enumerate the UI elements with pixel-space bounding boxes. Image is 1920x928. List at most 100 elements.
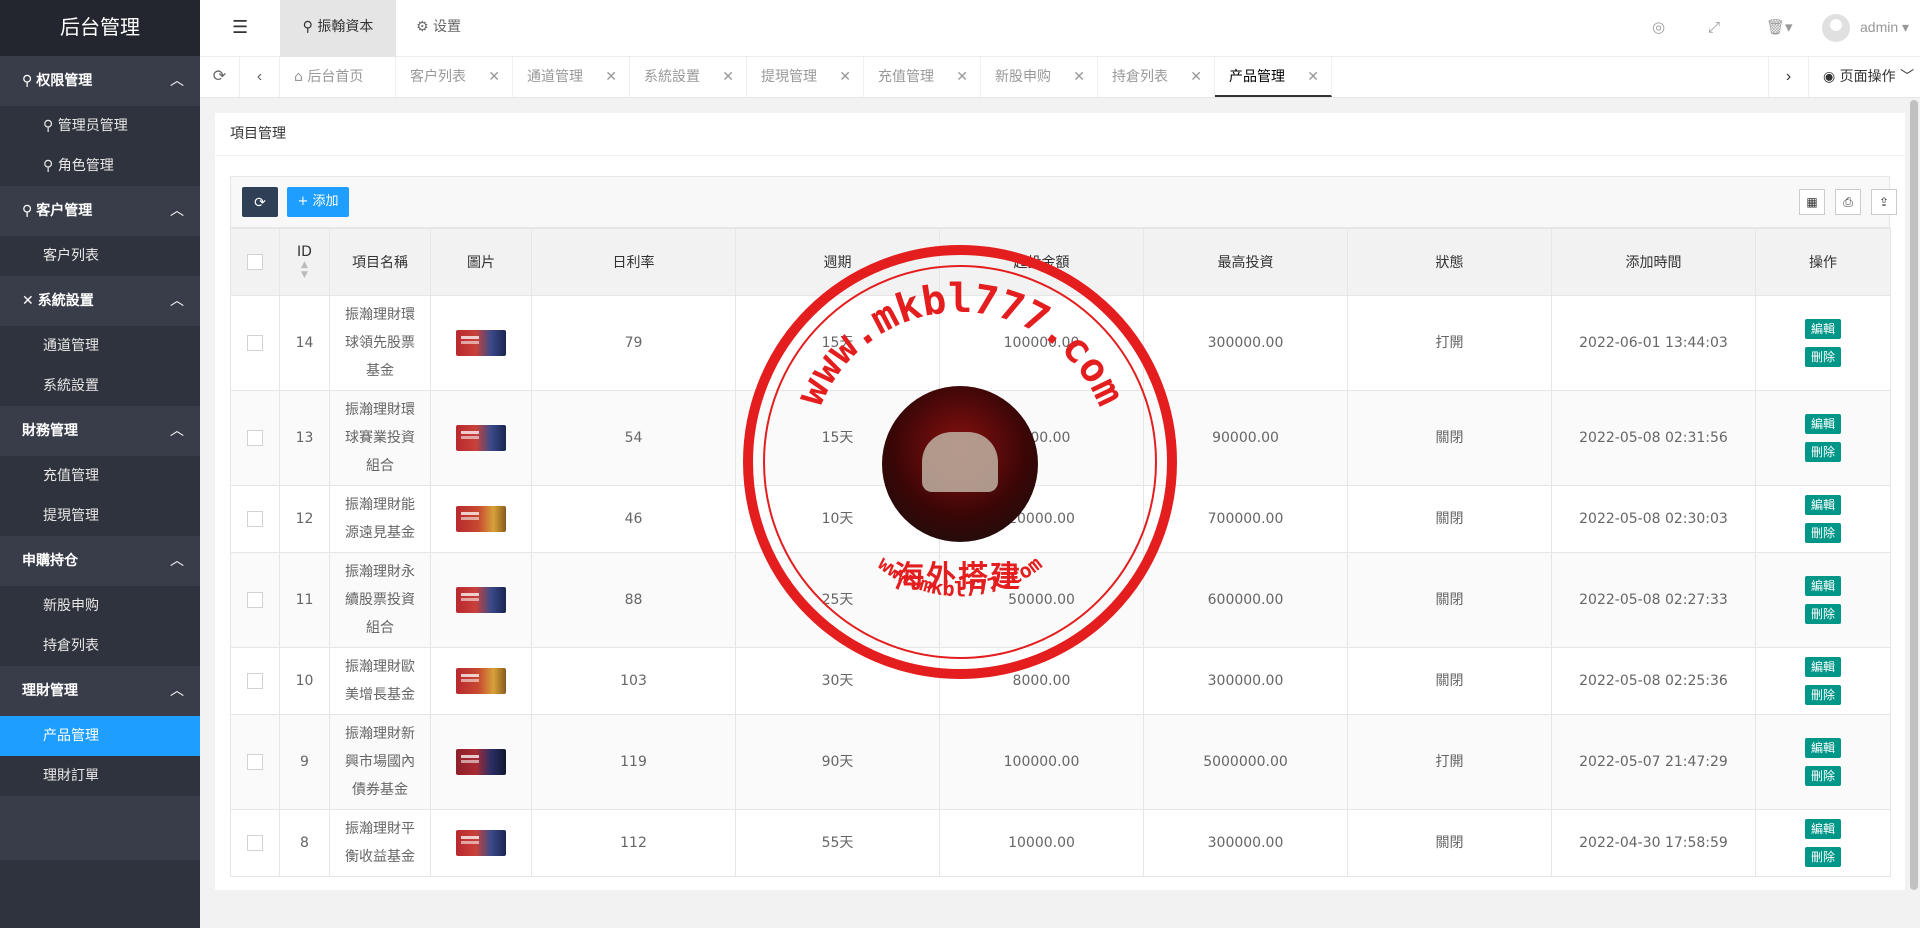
column-header-min: 起投金額 [939,228,1144,296]
delete-button[interactable]: 刪除 [1805,766,1841,786]
print-icon[interactable]: ⎙ [1835,189,1861,215]
chevron-up-icon: ︿ [170,293,184,309]
menu-toggle-icon[interactable]: ☰ [232,17,248,38]
tab-recharge[interactable]: 充值管理 ✕ [864,57,981,97]
close-icon[interactable]: ✕ [488,57,500,97]
table-row: 13 振瀚理財環球賽業投資組合 54 15天 1000.00 90000.00 … [230,390,1891,486]
sidebar: 后台管理 ⚲ 权限管理 ︿ ⚲ 管理员管理 ⚲ 角色管理 ⚲ 客户管理 ︿ 客户列表 ✕… [0,0,200,928]
sidebar-item-admins[interactable]: ⚲ 管理员管理 [0,106,200,146]
columns-filter-icon[interactable]: ▦ [1799,189,1825,215]
fullscreen-icon[interactable]: ⤢ [1708,0,1720,57]
export-icon[interactable]: ⇪ [1871,189,1897,215]
header-tab-settings[interactable]: ⚙ 设置 [416,0,461,57]
edit-button[interactable]: 編輯 [1805,319,1841,339]
menu-group-system[interactable]: ✕ 系統設置 ︿ [0,276,200,326]
column-header-image: 圖片 [430,228,532,296]
cell-status: 關閉 [1347,647,1552,715]
sort-icon[interactable]: ▲ ▼ [280,260,329,280]
table-toolbar: ⟳ + 添加 ▦ ⎙ ⇪ [230,176,1897,228]
add-button[interactable]: + 添加 [287,187,349,217]
delete-button[interactable]: 刪除 [1805,523,1841,543]
sidebar-item-holdings[interactable]: 持倉列表 [0,626,200,666]
sidebar-item-withdraw[interactable]: 提現管理 [0,496,200,536]
tab-system-settings[interactable]: 系統設置 ✕ [630,57,747,97]
sidebar-item-roles[interactable]: ⚲ 角色管理 [0,146,200,186]
select-all-checkbox[interactable] [247,254,263,270]
cell-rate: 112 [531,809,736,877]
cell-name: 振瀚理財新興市場國內債券基金 [329,714,431,810]
sidebar-item-channels[interactable]: 通道管理 [0,326,200,366]
row-checkbox[interactable] [247,430,263,446]
edit-button[interactable]: 編輯 [1805,495,1841,515]
edit-button[interactable]: 編輯 [1805,414,1841,434]
cell-id: 10 [279,647,330,715]
vertical-scrollbar[interactable] [1910,100,1918,890]
edit-button[interactable]: 編輯 [1805,738,1841,758]
menu-group-customers[interactable]: ⚲ 客户管理 ︿ [0,186,200,236]
globe-icon[interactable]: ◎ [1652,0,1665,57]
delete-button[interactable]: 刪除 [1805,442,1841,462]
clear-cache-icon[interactable]: 🗑▾ [1766,0,1793,57]
close-icon[interactable]: ✕ [605,57,617,97]
column-header-rate: 日利率 [531,228,736,296]
row-checkbox[interactable] [247,335,263,351]
refresh-icon[interactable]: ⟳ [200,57,240,97]
delete-button[interactable]: 刪除 [1805,685,1841,705]
menu-group-permissions[interactable]: ⚲ 权限管理 ︿ [0,56,200,106]
row-checkbox[interactable] [247,754,263,770]
close-icon[interactable]: ✕ [1073,57,1085,97]
edit-button[interactable]: 編輯 [1805,657,1841,677]
avatar[interactable] [1822,14,1850,42]
sidebar-item-ipo[interactable]: 新股申购 [0,586,200,626]
column-header-status: 狀態 [1347,228,1552,296]
delete-button[interactable]: 刪除 [1805,604,1841,624]
row-checkbox[interactable] [247,511,263,527]
tab-withdraw[interactable]: 提現管理 ✕ [747,57,864,97]
user-icon: ⚲ [22,73,33,89]
tab-customer-list[interactable]: 客户列表 ✕ [396,57,513,97]
header-tab-company[interactable]: ⚲ 振翰資本 [280,0,396,57]
user-icon: ⚲ [22,203,33,219]
plus-icon: + [297,194,313,209]
row-checkbox[interactable] [247,835,263,851]
tab-next-icon[interactable]: › [1768,57,1808,97]
close-icon[interactable]: ✕ [839,57,851,97]
cell-rate: 119 [531,714,736,810]
tab-holdings[interactable]: 持倉列表 ✕ [1098,57,1215,97]
page-tabbar: ⟳ ‹ ⌂ 后台首页 客户列表 ✕ 通道管理 ✕ 系統設置 ✕ 提現管理 ✕ 充值管理 ✕… [200,57,1920,98]
cell-max: 600000.00 [1143,552,1348,648]
close-icon[interactable]: ✕ [1307,57,1319,97]
delete-button[interactable]: 刪除 [1805,347,1841,367]
cell-max: 90000.00 [1143,390,1348,486]
sidebar-item-customer-list[interactable]: 客户列表 [0,236,200,276]
reload-button[interactable]: ⟳ [242,187,278,217]
sidebar-item-products[interactable]: 产品管理 [0,716,200,756]
user-name[interactable]: admin ▾ [1860,0,1909,57]
sidebar-item-recharge[interactable]: 充值管理 [0,456,200,496]
edit-button[interactable]: 編輯 [1805,819,1841,839]
row-checkbox[interactable] [247,673,263,689]
chevron-down-icon: ﹀ [1900,69,1915,85]
row-checkbox[interactable] [247,592,263,608]
sidebar-item-system-settings[interactable]: 系統設置 [0,366,200,406]
tab-products[interactable]: 产品管理 ✕ [1215,57,1332,97]
edit-button[interactable]: 編輯 [1805,576,1841,596]
tab-prev-icon[interactable]: ‹ [240,57,280,97]
page-operations-dropdown[interactable]: ◉ 页面操作 ﹀ [1808,57,1920,97]
select-all-cell[interactable] [230,228,280,296]
cell-name: 振瀚理財環球賽業投資組合 [329,390,431,486]
close-icon[interactable]: ✕ [956,57,968,97]
close-icon[interactable]: ✕ [1190,57,1202,97]
tab-channels[interactable]: 通道管理 ✕ [513,57,630,97]
tab-home[interactable]: ⌂ 后台首页 [280,57,396,97]
close-icon[interactable]: ✕ [722,57,734,97]
delete-button[interactable]: 刪除 [1805,847,1841,867]
sidebar-item-wealth-orders[interactable]: 理財訂單 [0,756,200,796]
table-row: 9 振瀚理財新興市場國內債券基金 119 90天 100000.00 50000… [230,714,1891,810]
menu-group-wealth[interactable]: 理財管理 ︿ [0,666,200,716]
product-thumbnail [456,749,506,775]
column-header-id[interactable]: ID ▲ ▼ [279,228,330,296]
menu-group-finance[interactable]: 財務管理 ︿ [0,406,200,456]
menu-group-subscription[interactable]: 申購持仓 ︿ [0,536,200,586]
tab-ipo[interactable]: 新股申购 ✕ [981,57,1098,97]
